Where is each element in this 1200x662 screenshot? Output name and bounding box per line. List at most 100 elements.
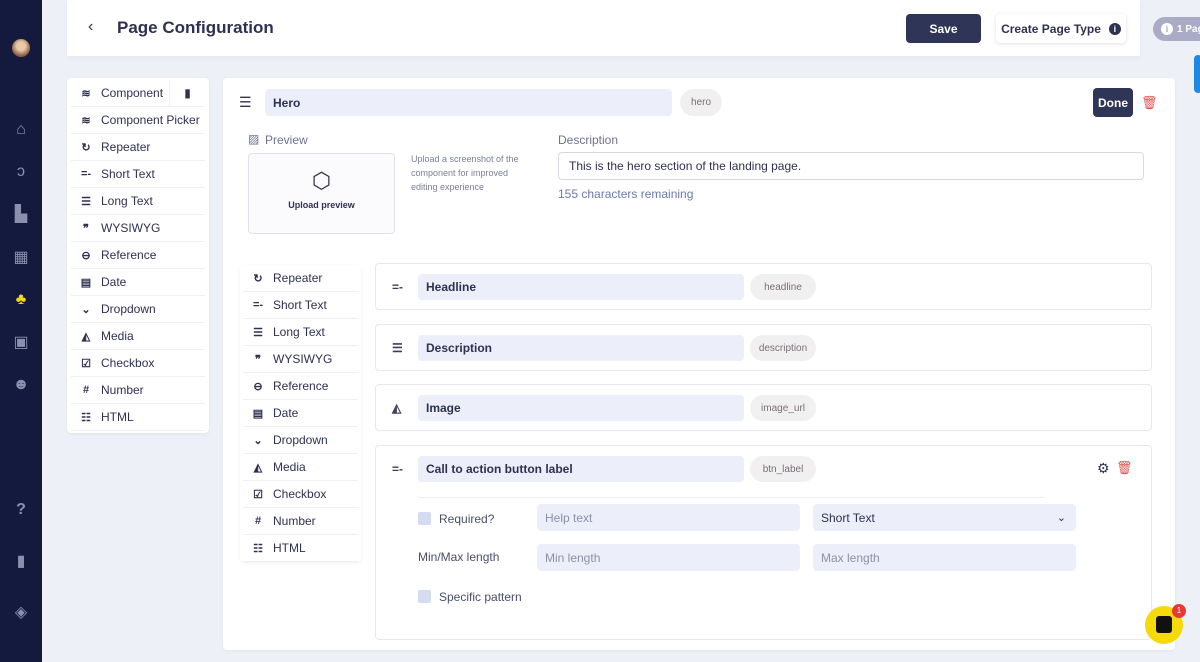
trash-icon[interactable]: 🗑 <box>1141 95 1158 111</box>
palette-item-checkbox[interactable]: ☑ Checkbox <box>243 481 358 508</box>
field-key-chip: headline <box>750 274 816 300</box>
palette-item-label: Number <box>101 383 144 397</box>
palette-item-label: Reference <box>273 379 329 393</box>
palette-item-date[interactable]: ▤ Date <box>243 400 358 427</box>
help-icon[interactable]: ? <box>11 500 31 520</box>
create-page-type-button[interactable]: Create Page Type i <box>996 14 1126 43</box>
specific-pattern-label: Specific pattern <box>439 590 522 604</box>
info-icon: i <box>1161 23 1173 35</box>
palette-item-label: Media <box>273 460 306 474</box>
upload-help-text: Upload a screenshot of the component for… <box>411 154 519 192</box>
long-text-icon: ☰ <box>253 326 263 339</box>
list-icon: ☷ <box>81 411 91 424</box>
component-name-input[interactable]: Hero <box>265 89 672 116</box>
docs-book-icon[interactable]: ▮ <box>169 80 205 107</box>
image-icon: ◭ <box>253 461 263 474</box>
palette-item-media[interactable]: ◭ Media <box>243 454 358 481</box>
palette-item-media[interactable]: ◭ Media <box>71 323 205 350</box>
specific-pattern-checkbox[interactable] <box>418 590 431 603</box>
chat-icon <box>1156 616 1172 633</box>
description-input[interactable]: This is the hero section of the landing … <box>558 152 1144 180</box>
components-icon[interactable]: ♣ <box>11 290 31 310</box>
list-icon: ☷ <box>253 542 263 555</box>
repeat-icon: ↻ <box>253 272 263 285</box>
field-label-input[interactable]: Image <box>418 395 744 421</box>
field-label-input[interactable]: Headline <box>418 274 744 300</box>
palette-item-dropdown[interactable]: ⌄ Dropdown <box>71 296 205 323</box>
palette-item-label: Number <box>273 514 316 528</box>
palette-item-label: Checkbox <box>273 487 327 501</box>
chat-button[interactable]: 1 <box>1145 604 1186 644</box>
field-card[interactable]: =- Call to action button label btn_label… <box>375 445 1152 640</box>
feed-icon[interactable]: ↄ <box>11 162 31 182</box>
palette-item-short-text[interactable]: =- Short Text <box>71 161 205 188</box>
app-sidebar: ⌂ ↄ ▙ ▦ ♣ ▣ ☻ ? ▮ ◈ <box>0 0 42 662</box>
book-icon[interactable]: ▮ <box>11 552 31 572</box>
palette-item-html[interactable]: ☷ HTML <box>71 404 205 431</box>
palette-item-component-picker[interactable]: ≋ Component Picker <box>71 107 205 134</box>
palette-item-html[interactable]: ☷ HTML <box>243 535 358 562</box>
palette-item-label: Long Text <box>273 325 325 339</box>
palette-item-wysiwyg[interactable]: ❞ WYSIWYG <box>243 346 358 373</box>
palette-item-checkbox[interactable]: ☑ Checkbox <box>71 350 205 377</box>
palette-item-short-text[interactable]: =- Short Text <box>243 292 358 319</box>
home-icon[interactable]: ⌂ <box>11 120 31 140</box>
palette-item-label: Dropdown <box>273 433 328 447</box>
short-text-icon: =- <box>392 462 404 476</box>
palette-item-repeater[interactable]: ↻ Repeater <box>243 265 358 292</box>
palette-item-long-text[interactable]: ☰ Long Text <box>71 188 205 215</box>
trash-icon[interactable]: 🗑 <box>1116 460 1133 476</box>
field-label-input[interactable]: Call to action button label <box>418 456 744 482</box>
back-icon[interactable]: ‹ <box>88 18 93 36</box>
max-length-input[interactable]: Max length <box>813 544 1076 571</box>
stack-plus-icon: ≋ <box>81 114 91 127</box>
media-icon[interactable]: ▣ <box>11 333 31 353</box>
grid-icon[interactable]: ▦ <box>11 248 31 268</box>
palette-item-component[interactable]: ≋ Component ▮ <box>71 80 205 107</box>
palette-item-reference[interactable]: ⊖ Reference <box>71 242 205 269</box>
link-icon: ⊖ <box>81 249 91 262</box>
field-card[interactable]: ◭ Image image_url <box>375 384 1152 431</box>
palette-item-label: WYSIWYG <box>273 352 333 366</box>
palette-item-reference[interactable]: ⊖ Reference <box>243 373 358 400</box>
hash-icon: # <box>82 384 90 396</box>
palette-item-date[interactable]: ▤ Date <box>71 269 205 296</box>
done-button[interactable]: Done <box>1093 88 1133 117</box>
min-length-input[interactable]: Min length <box>537 544 800 571</box>
short-text-icon: =- <box>80 168 92 180</box>
palette-item-number[interactable]: # Number <box>71 377 205 404</box>
pages-badge[interactable]: i 1 Page <box>1153 17 1200 41</box>
palette-item-repeater[interactable]: ↻ Repeater <box>71 134 205 161</box>
gear-icon[interactable]: ⚙ <box>1097 460 1110 477</box>
calendar-icon: ▤ <box>252 407 264 420</box>
required-checkbox[interactable] <box>418 512 431 525</box>
side-tab[interactable] <box>1194 55 1200 93</box>
field-card[interactable]: ☰ Description description <box>375 324 1152 371</box>
avatar[interactable] <box>12 39 30 57</box>
palette-item-number[interactable]: # Number <box>243 508 358 535</box>
page-title: Page Configuration <box>117 18 274 37</box>
upload-preview-box[interactable]: ⬡ Upload preview <box>248 153 395 234</box>
quote-icon: ❞ <box>255 353 261 366</box>
users-icon[interactable]: ☻ <box>11 375 31 395</box>
palette-item-dropdown[interactable]: ⌄ Dropdown <box>243 427 358 454</box>
palette-item-label: Repeater <box>101 140 151 154</box>
stack-icon: ≋ <box>81 87 91 100</box>
field-label-input[interactable]: Description <box>418 335 744 361</box>
save-button[interactable]: Save <box>906 14 981 43</box>
preview-label: Preview <box>265 133 308 147</box>
field-key-chip: btn_label <box>750 456 816 482</box>
page-icon[interactable]: ▙ <box>11 205 31 225</box>
palette-item-label: Component <box>101 86 164 100</box>
palette-item-long-text[interactable]: ☰ Long Text <box>243 319 358 346</box>
palette-item-wysiwyg[interactable]: ❞ WYSIWYG <box>71 215 205 242</box>
layers-icon[interactable]: ◈ <box>11 603 31 623</box>
chevron-down-icon: ⌄ <box>253 434 263 447</box>
field-card[interactable]: =- Headline headline <box>375 263 1152 310</box>
field-type-select[interactable]: Short Text ⌄ <box>813 504 1076 531</box>
quote-icon: ❞ <box>83 222 89 235</box>
link-icon: ⊖ <box>253 380 263 393</box>
image-icon: ◭ <box>392 401 402 415</box>
description-label: Description <box>558 133 619 147</box>
help-text-input[interactable]: Help text <box>537 504 800 531</box>
